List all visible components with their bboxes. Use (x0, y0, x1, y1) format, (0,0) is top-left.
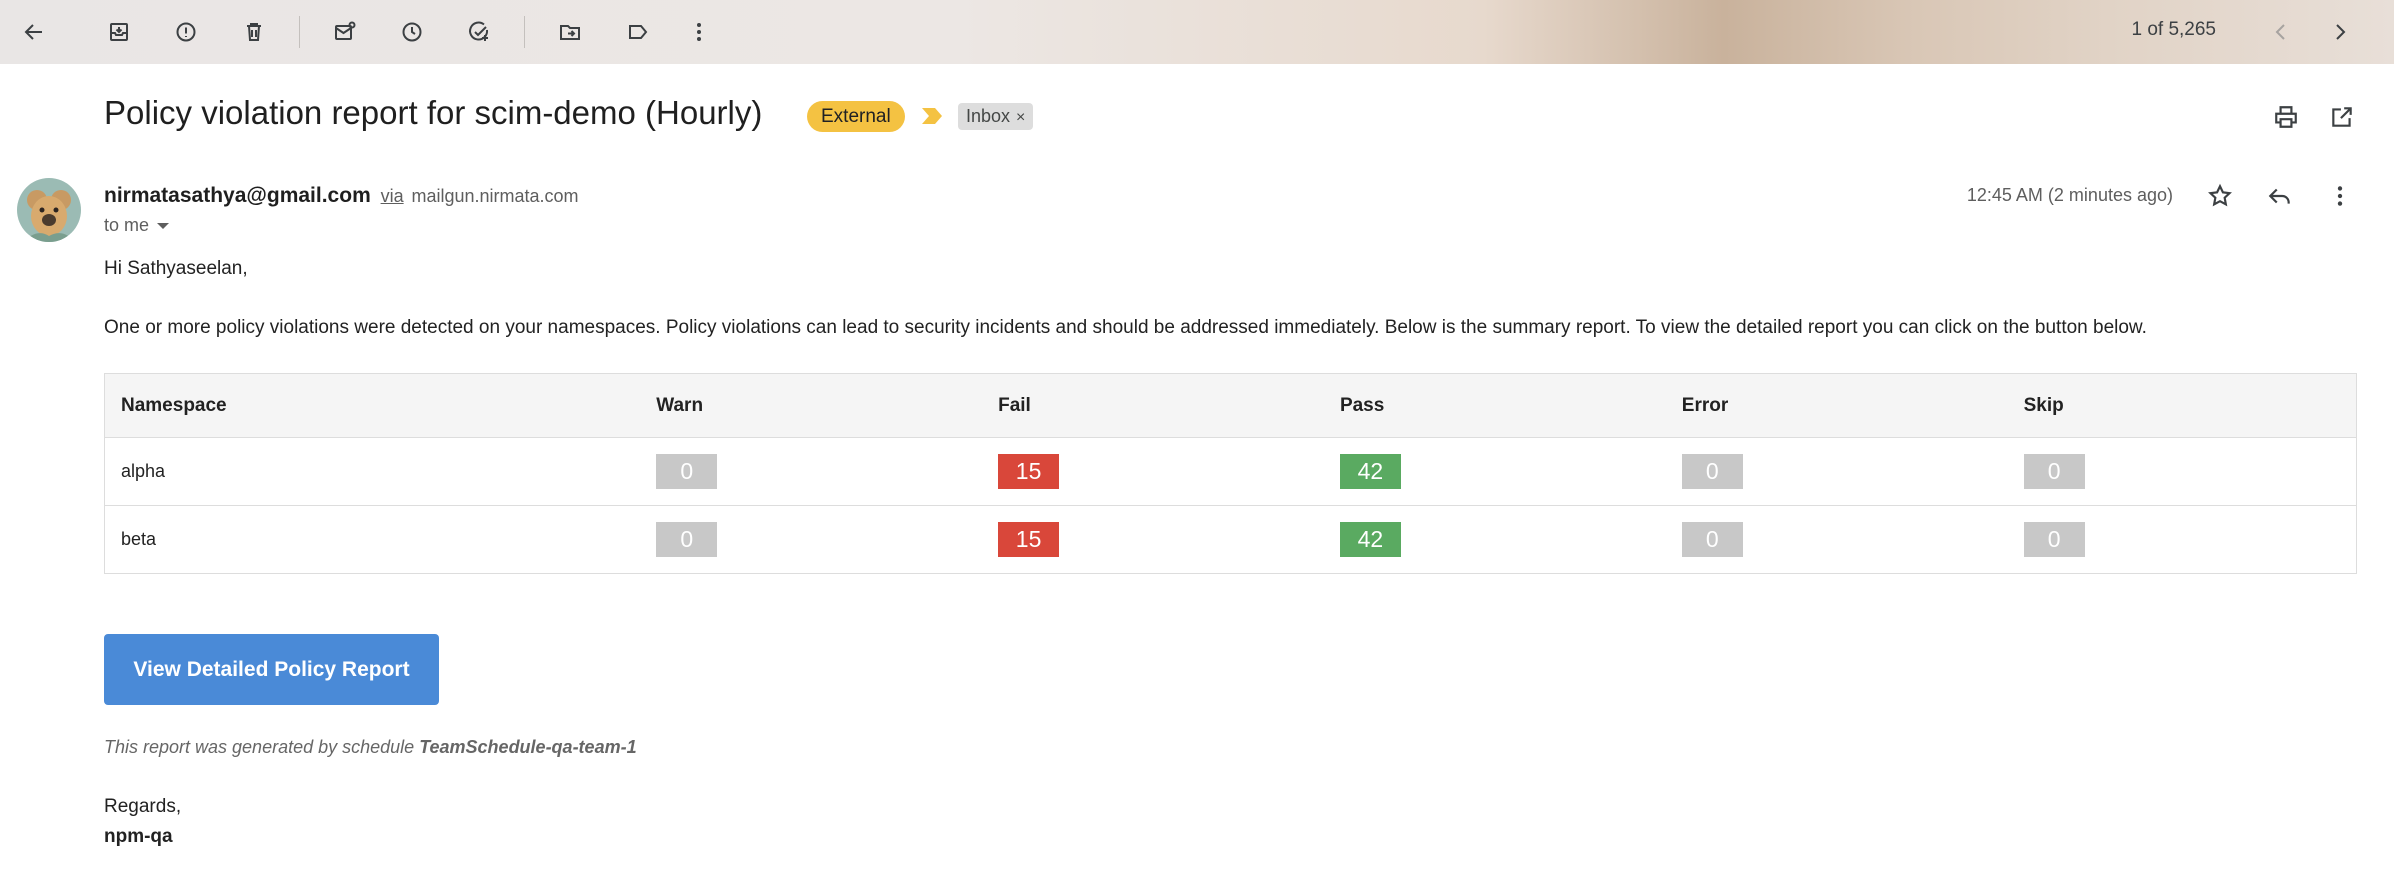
open-in-new-icon[interactable] (2322, 97, 2362, 137)
fail-count-badge: 15 (998, 522, 1060, 557)
more-vert-icon[interactable] (2320, 176, 2360, 216)
inbox-label-chip: Inbox × (958, 103, 1034, 130)
skip-count-badge: 0 (2023, 522, 2085, 557)
move-to-icon[interactable] (548, 10, 592, 54)
toolbar-divider (524, 16, 525, 48)
sender-email[interactable]: nirmatasathya@gmail.com (104, 184, 371, 207)
more-vert-icon[interactable] (677, 10, 721, 54)
skip-cell: 0 (2007, 505, 2357, 574)
intro-paragraph: One or more policy violations were detec… (104, 317, 2147, 338)
column-header-error: Error (1665, 373, 2008, 438)
star-icon[interactable] (2200, 176, 2240, 216)
back-arrow-icon[interactable] (12, 10, 56, 54)
policy-summary-table: Namespace Warn Fail Pass Error Skip alph… (104, 373, 2357, 574)
warn-count-badge: 0 (656, 522, 718, 557)
label-icon[interactable] (616, 10, 660, 54)
warn-count-badge: 0 (656, 454, 718, 489)
namespace-cell: beta (104, 505, 641, 574)
pass-cell: 42 (1323, 437, 1666, 506)
column-header-namespace: Namespace (104, 373, 641, 438)
print-icon[interactable] (2266, 97, 2306, 137)
mark-unread-icon[interactable] (323, 10, 367, 54)
reply-icon[interactable] (2260, 176, 2300, 216)
add-task-icon[interactable] (457, 10, 501, 54)
greeting: Hi Sathyaseelan, (104, 258, 248, 279)
fail-cell: 15 (982, 437, 1324, 506)
via-domain: mailgun.nirmata.com (411, 186, 579, 206)
snooze-icon[interactable] (390, 10, 434, 54)
via-label[interactable]: via (381, 186, 404, 206)
column-header-pass: Pass (1323, 373, 1666, 438)
pass-count-badge: 42 (1339, 454, 1401, 489)
remove-label-icon[interactable]: × (1016, 109, 1025, 126)
table-row: beta 0 15 42 0 0 (104, 505, 2357, 574)
table-row: alpha 0 15 42 0 0 (104, 437, 2357, 506)
toolbar: 1 of 5,265 (0, 0, 2394, 64)
external-badge: External (807, 101, 905, 132)
namespace-cell: alpha (104, 437, 641, 506)
report-spam-icon[interactable] (164, 10, 208, 54)
warn-cell: 0 (640, 437, 983, 506)
inbox-label-text: Inbox (966, 106, 1011, 126)
email-timestamp: 12:45 AM (2 minutes ago) (1966, 185, 2173, 205)
regards-text: Regards, (104, 796, 182, 817)
pass-count-badge: 42 (1339, 522, 1401, 557)
column-header-fail: Fail (982, 373, 1324, 438)
signature-name: npm-qa (104, 826, 173, 847)
toolbar-divider (299, 16, 300, 48)
archive-icon[interactable] (97, 10, 141, 54)
chevron-down-icon (157, 222, 170, 229)
skip-cell: 0 (2007, 437, 2357, 506)
pager-count: 1 of 5,265 (2131, 19, 2216, 40)
skip-count-badge: 0 (2023, 454, 2085, 489)
delete-icon[interactable] (232, 10, 276, 54)
fail-cell: 15 (982, 505, 1324, 574)
newer-chevron-icon[interactable] (2259, 10, 2303, 54)
recipient-details-toggle[interactable]: to me (104, 215, 170, 236)
recipient-label: to me (104, 215, 150, 235)
email-subject: Policy violation report for scim-demo (H… (104, 94, 763, 131)
error-count-badge: 0 (1681, 454, 1743, 489)
warn-cell: 0 (640, 505, 983, 574)
footnote-prefix: This report was generated by schedule (104, 737, 420, 757)
sender-line: nirmatasathya@gmail.com via mailgun.nirm… (104, 184, 579, 208)
older-chevron-icon[interactable] (2318, 10, 2362, 54)
table-header-row: Namespace Warn Fail Pass Error Skip (104, 373, 2357, 438)
pass-cell: 42 (1323, 505, 1666, 574)
schedule-name: TeamSchedule-qa-team-1 (419, 737, 637, 757)
column-header-skip: Skip (2007, 373, 2357, 438)
report-footnote: This report was generated by schedule Te… (104, 737, 637, 758)
error-cell: 0 (1665, 437, 2008, 506)
importance-marker-icon[interactable] (920, 106, 944, 126)
fail-count-badge: 15 (998, 454, 1060, 489)
avatar[interactable] (17, 178, 81, 242)
column-header-warn: Warn (640, 373, 983, 438)
error-cell: 0 (1665, 505, 2008, 574)
view-detailed-report-button[interactable]: View Detailed Policy Report (104, 634, 439, 705)
error-count-badge: 0 (1681, 522, 1743, 557)
